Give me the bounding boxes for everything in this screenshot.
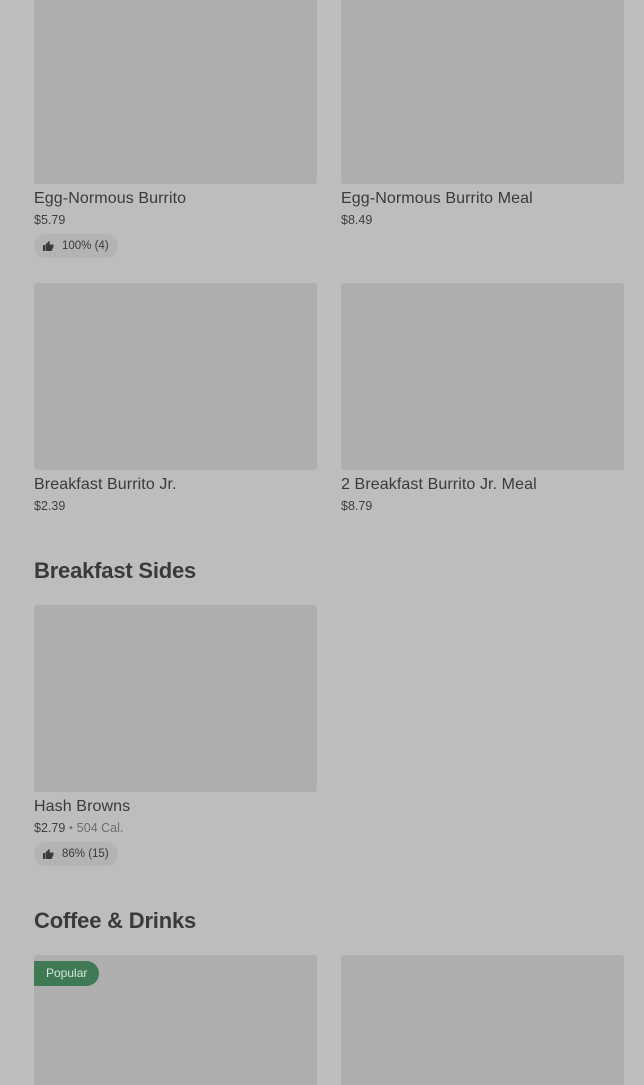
item-name: Hash Browns <box>34 798 131 815</box>
meta-separator: • <box>69 823 73 834</box>
menu-page: Egg-Normous Burrito $5.79 100% (4) Egg-N… <box>0 0 644 1085</box>
item-meta: $8.49 <box>341 213 624 228</box>
section-title-coffee-drinks: Coffee & Drinks <box>34 908 197 933</box>
item-price: $2.79 <box>34 821 66 835</box>
item-image[interactable] <box>341 283 624 470</box>
item-name: Egg-Normous Burrito Meal <box>341 190 533 207</box>
item-image[interactable] <box>341 955 624 1085</box>
menu-item-card[interactable]: Breakfast Burrito Jr. $2.39 <box>34 283 317 514</box>
item-meta: $2.79 • 504 Cal. <box>34 821 317 836</box>
rating-text: 100% (4) <box>62 240 109 252</box>
item-image[interactable] <box>34 0 317 184</box>
item-image[interactable] <box>34 283 317 470</box>
item-image[interactable] <box>34 605 317 792</box>
menu-item-card[interactable]: Egg-Normous Burrito $5.79 100% (4) <box>34 0 317 258</box>
thumbs-up-icon <box>43 241 54 251</box>
thumbs-up-icon <box>43 849 54 859</box>
item-name: 2 Breakfast Burrito Jr. Meal <box>341 476 537 493</box>
item-meta: $5.79 <box>34 213 317 228</box>
item-meta: $8.79 <box>341 499 624 514</box>
menu-item-card[interactable]: Popular <box>34 955 317 1085</box>
item-name: Egg-Normous Burrito <box>34 190 187 207</box>
item-image[interactable]: Popular <box>34 955 317 1085</box>
item-price: $8.49 <box>341 213 373 227</box>
item-price: $5.79 <box>34 213 66 227</box>
item-name: Breakfast Burrito Jr. <box>34 476 177 493</box>
section-title-breakfast-sides: Breakfast Sides <box>34 558 197 583</box>
rating-badge: 100% (4) <box>34 234 118 258</box>
menu-item-card[interactable]: Egg-Normous Burrito Meal $8.49 <box>341 0 624 228</box>
rating-text: 86% (15) <box>62 848 109 860</box>
menu-item-card[interactable]: 2 Breakfast Burrito Jr. Meal $8.79 <box>341 283 624 514</box>
menu-item-card[interactable]: Hash Browns $2.79 • 504 Cal. 86% (15) <box>34 605 317 866</box>
item-price: $2.39 <box>34 499 66 513</box>
item-price: $8.79 <box>341 499 373 513</box>
item-meta: $2.39 <box>34 499 317 514</box>
menu-item-card[interactable] <box>341 955 624 1085</box>
item-image[interactable] <box>341 0 624 184</box>
rating-badge: 86% (15) <box>34 842 118 866</box>
popular-badge: Popular <box>34 961 100 986</box>
item-calories: 504 Cal. <box>76 821 124 835</box>
